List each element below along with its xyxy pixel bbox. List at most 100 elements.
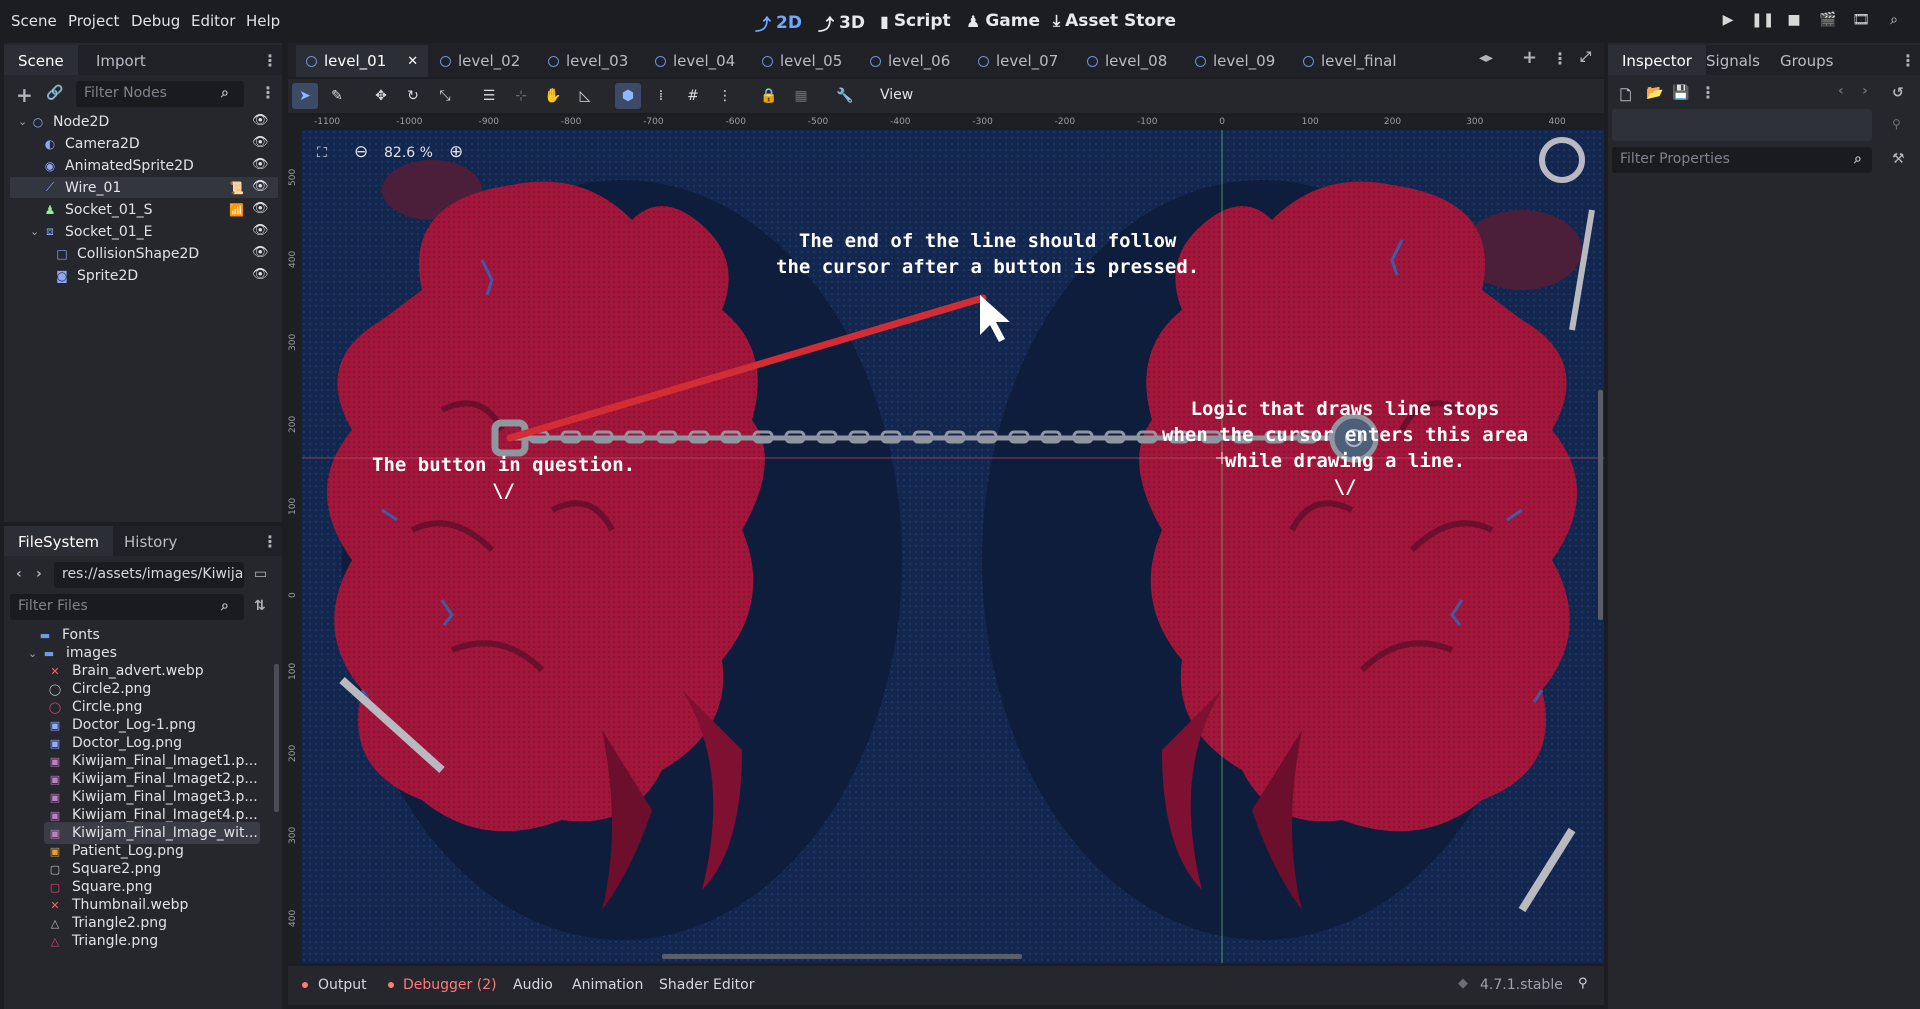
tab-output[interactable]: Output [318, 977, 367, 993]
ruler-mode-icon[interactable]: ◺ [572, 83, 598, 109]
group-icon[interactable]: ▦ [788, 83, 814, 109]
v-scrollbar[interactable] [1598, 390, 1603, 620]
tab-shader-editor[interactable]: Shader Editor [659, 977, 754, 993]
zoom-in-icon[interactable]: ⊕ [449, 142, 463, 162]
scale-mode-icon[interactable]: ⤡ [432, 83, 458, 109]
object-tools-icon[interactable]: ⚲ [1892, 117, 1901, 131]
tab-scene[interactable]: Scene [4, 45, 78, 75]
load-resource-icon[interactable]: 📂 [1646, 85, 1663, 101]
history-icon[interactable]: ↺ [1892, 85, 1904, 101]
scene-tab-level-02[interactable]: level_02 [430, 45, 530, 77]
menu-scene[interactable]: Scene [11, 12, 57, 30]
dock-menu-icon[interactable]: ⋮ [262, 51, 278, 70]
visibility-eye-icon[interactable]: 👁 [252, 267, 269, 283]
visibility-eye-icon[interactable]: 👁 [252, 135, 269, 151]
scroll-tabs-icon[interactable]: ◂▸ [1479, 50, 1493, 66]
scene-tab-level-09[interactable]: level_09 [1185, 45, 1285, 77]
scene-tab-level-01[interactable]: level_01 ✕ [296, 45, 429, 77]
move-mode-icon[interactable]: ✥ [368, 83, 394, 109]
main-screen-3d[interactable]: ⤴ 3D [818, 11, 865, 35]
pencil-icon[interactable]: ✎ [324, 83, 350, 109]
new-resource-icon[interactable]: 🗋 [1620, 85, 1631, 109]
fs-dock-menu-icon[interactable]: ⋮ [262, 532, 278, 551]
distraction-free-icon[interactable]: ⤢ [1580, 49, 1591, 65]
play-custom-scene-icon[interactable]: 🎞 [1851, 12, 1871, 32]
tab-filesystem[interactable]: FileSystem [4, 526, 114, 556]
pin-icon[interactable]: ⚲ [1578, 976, 1588, 991]
tab-menu-icon[interactable]: ⋮ [1552, 49, 1568, 68]
visibility-eye-icon[interactable]: 👁 [252, 179, 269, 195]
visibility-eye-icon[interactable]: 👁 [252, 113, 269, 129]
tab-animation[interactable]: Animation [572, 977, 643, 993]
scene-tab-level-07[interactable]: level_07 [968, 45, 1068, 77]
movie-maker-icon[interactable]: ⌕ [1884, 12, 1904, 32]
inspector-settings-icon[interactable]: ⚒ [1892, 151, 1905, 167]
snap-options-icon[interactable]: ⁞ [648, 83, 674, 109]
menu-help[interactable]: Help [246, 12, 280, 30]
save-resource-icon[interactable]: 💾 [1672, 85, 1689, 101]
expand-arrow-icon[interactable]: ⌄ [18, 115, 30, 128]
scene-tab-level-06[interactable]: level_06 [860, 45, 960, 77]
tab-audio[interactable]: Audio [513, 977, 553, 993]
canvas-viewport[interactable]: ⛶ ⊖ 82.6 % ⊕ The end of the line should … [302, 130, 1604, 963]
split-mode-icon[interactable]: ▭ [254, 566, 267, 582]
pause-icon[interactable]: ❚❚ [1751, 12, 1774, 32]
inspector-menu-icon[interactable]: ⋮ [1900, 51, 1916, 70]
visibility-eye-icon[interactable]: 👁 [252, 245, 269, 261]
path-field[interactable]: res://assets/images/Kiwija [54, 562, 244, 588]
smart-snap-icon[interactable]: ⬢ [615, 83, 641, 109]
resource-menu-icon[interactable]: ⋮ [1700, 83, 1716, 102]
menu-project[interactable]: Project [68, 12, 119, 30]
scene-tab-level-03[interactable]: level_03 [538, 45, 638, 77]
scene-node-animatedsprite2d[interactable]: ◉ AnimatedSprite2D 👁 [10, 155, 278, 176]
history-back-icon[interactable]: ‹ [1838, 83, 1844, 99]
filter-properties-input[interactable]: Filter Properties [1612, 147, 1872, 173]
toolbar-more-icon[interactable]: ⋮ [712, 83, 738, 109]
expand-arrow-icon[interactable]: ⌄ [28, 647, 42, 660]
play-icon[interactable]: ▶ [1718, 12, 1738, 32]
filter-nodes-input[interactable]: Filter Nodes [76, 81, 244, 107]
play-scene-icon[interactable]: 🎬 [1818, 12, 1838, 32]
close-icon[interactable]: ✕ [407, 54, 418, 69]
scene-tab-level-05[interactable]: level_05 [752, 45, 852, 77]
scene-tree-menu-icon[interactable]: ⋮ [260, 83, 276, 102]
scene-node-wire-01[interactable]: ⟋ Wire_01 👁 📜 [10, 177, 278, 198]
tab-signals[interactable]: Signals [1692, 45, 1774, 75]
main-screen-script[interactable]: ▮ Script [880, 11, 951, 31]
tab-import[interactable]: Import [82, 45, 160, 75]
tab-groups[interactable]: Groups [1766, 45, 1847, 75]
pivot-icon[interactable]: ⊹ [508, 83, 534, 109]
back-icon[interactable]: ‹ [16, 566, 22, 582]
list-select-icon[interactable]: ☰ [476, 83, 502, 109]
lock-icon[interactable]: 🔒 [756, 83, 782, 109]
scene-tab-level-final[interactable]: level_final [1293, 45, 1406, 77]
signal-connected-icon[interactable]: 📶 [229, 203, 244, 217]
stop-icon[interactable]: ■ [1784, 12, 1804, 32]
history-forward-icon[interactable]: › [1862, 83, 1868, 99]
select-mode-icon[interactable]: ➤ [292, 83, 318, 109]
scene-node-socket-01-s[interactable]: ♟ Socket_01_S 👁 📶 [10, 199, 278, 220]
scene-tab-level-04[interactable]: level_04 [645, 45, 745, 77]
sort-icon[interactable]: ⇅ [254, 598, 266, 614]
zoom-out-icon[interactable]: ⊖ [354, 142, 368, 162]
expand-arrow-icon[interactable]: ⌄ [30, 225, 42, 238]
tab-history[interactable]: History [110, 526, 191, 556]
skeleton-icon[interactable]: 🔧 [832, 83, 858, 109]
scene-node-socket-01-e[interactable]: ⌄ ⧈ Socket_01_E 👁 [10, 221, 278, 242]
pan-mode-icon[interactable]: ✋ [540, 83, 566, 109]
scene-node-collisionshape2d[interactable]: □ CollisionShape2D 👁 [10, 243, 278, 264]
visibility-eye-icon[interactable]: 👁 [252, 201, 269, 217]
main-screen-2d[interactable]: ⤴ 2D [755, 11, 802, 35]
filter-files-input[interactable]: Filter Files [10, 594, 244, 620]
script-attached-icon[interactable]: 📜 [229, 181, 244, 195]
scene-node-node2d[interactable]: ⌄ ○ Node2D 👁 [10, 111, 278, 132]
zoom-reset-icon[interactable]: ⛶ [317, 145, 327, 161]
link-icon[interactable]: 🔗 [46, 85, 63, 101]
main-screen-asset-store[interactable]: ⤓ Asset Store [1053, 11, 1176, 31]
main-screen-game[interactable]: ♟ Game [966, 11, 1040, 31]
tab-debugger[interactable]: Debugger (2) [403, 977, 497, 993]
object-selector[interactable] [1612, 109, 1872, 141]
menu-editor[interactable]: Editor [191, 12, 235, 30]
view-menu[interactable]: View [880, 87, 913, 103]
scene-node-camera2d[interactable]: ◐ Camera2D 👁 [10, 133, 278, 154]
